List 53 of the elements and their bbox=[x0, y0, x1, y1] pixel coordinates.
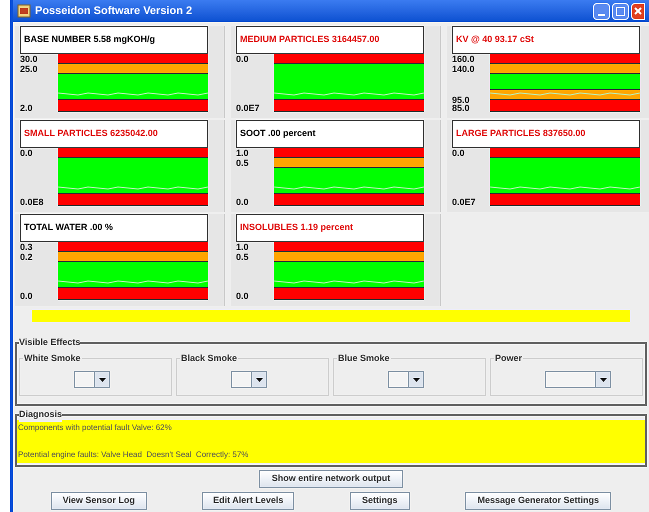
app-icon bbox=[17, 4, 31, 18]
action-button[interactable]: View Sensor Log bbox=[50, 492, 147, 510]
axis-label: 0.3 bbox=[20, 242, 34, 252]
show-output-button[interactable]: Show entire network output bbox=[259, 470, 403, 488]
axis-label: 30.0 bbox=[20, 54, 39, 64]
diagnosis-text: Components with potential fault Valve: 62% bbox=[18, 422, 173, 434]
maximize-button[interactable] bbox=[612, 2, 629, 20]
axis-label: 0.0 bbox=[236, 198, 250, 206]
close-icon bbox=[634, 7, 642, 15]
dropdown[interactable] bbox=[388, 371, 424, 388]
axis-label: 160.0 bbox=[452, 54, 476, 64]
minimize-icon bbox=[598, 14, 605, 16]
action-button[interactable]: Settings bbox=[350, 492, 410, 510]
axis-label: 0.5 bbox=[236, 252, 250, 262]
axis-label: 1.0 bbox=[236, 242, 250, 252]
axis-label: 0.0 bbox=[452, 148, 466, 158]
caret-icon bbox=[98, 378, 106, 382]
gauge-title-text: INSOLUBLES 1.19 percent bbox=[240, 221, 354, 234]
axis-label: 0.0 bbox=[20, 292, 34, 300]
gauge-title-text: SOOT .00 percent bbox=[240, 127, 316, 140]
gauge-title-text: TOTAL WATER .00 % bbox=[24, 221, 113, 234]
axis-label: 0.0E8 bbox=[20, 198, 45, 206]
axis-label: 140.0 bbox=[452, 64, 476, 74]
axis-label: 0.5 bbox=[236, 158, 250, 168]
maximize-icon bbox=[616, 6, 625, 16]
action-button[interactable]: Message Generator Settings bbox=[465, 492, 612, 510]
caret-icon bbox=[412, 378, 420, 382]
gauge-title-text: BASE NUMBER 5.58 mgKOH/g bbox=[24, 33, 156, 46]
axis-label: 85.0 bbox=[452, 104, 471, 112]
axis-label: 0.0 bbox=[236, 54, 250, 64]
close-button[interactable] bbox=[631, 2, 645, 20]
dropdown[interactable] bbox=[74, 371, 110, 388]
gauge-title-text: MEDIUM PARTICLES 3164457.00 bbox=[240, 33, 380, 46]
minimize-button[interactable] bbox=[593, 2, 610, 20]
axis-label: 1.0 bbox=[236, 148, 250, 158]
axis-label: 95.0 bbox=[452, 96, 471, 104]
gauge-title-text: LARGE PARTICLES 837650.00 bbox=[456, 127, 586, 140]
caret-icon bbox=[256, 378, 262, 382]
window-title: Posseidon Software Version 2 bbox=[35, 4, 192, 19]
dropdown[interactable] bbox=[231, 371, 267, 388]
action-button[interactable]: Edit Alert Levels bbox=[202, 492, 294, 510]
axis-label: 0.0E7 bbox=[236, 104, 261, 112]
axis-label: 25.0 bbox=[20, 64, 39, 74]
axis-label: 2.0 bbox=[20, 104, 34, 112]
axis-label: 0.0 bbox=[20, 148, 34, 158]
axis-label: 0.0E7 bbox=[452, 198, 477, 206]
axis-label: 0.2 bbox=[20, 252, 34, 262]
diagnosis-text: Potential engine faults: Valve Head Doesn't Seal Correctly: 57% bbox=[18, 449, 250, 461]
axis-label: 0.0 bbox=[236, 292, 250, 300]
gauge-title-text: SMALL PARTICLES 6235042.00 bbox=[24, 127, 158, 140]
group-title: Diagnosis bbox=[19, 408, 62, 422]
gauge-title-text: KV @ 40 93.17 cSt bbox=[456, 33, 534, 46]
caret-icon bbox=[600, 378, 606, 382]
